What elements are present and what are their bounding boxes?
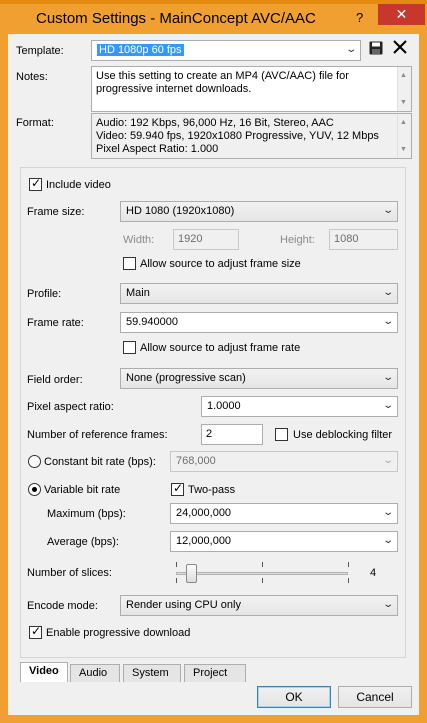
width-input[interactable]: 1920 xyxy=(173,229,239,250)
field-order-label: Field order: xyxy=(27,374,83,386)
deblocking-checkbox[interactable] xyxy=(275,428,288,441)
profile-label: Profile: xyxy=(27,288,62,300)
format-line-3: Pixel Aspect Ratio: 1.000 xyxy=(96,143,219,155)
cbr-radio[interactable] xyxy=(28,455,41,468)
two-pass-label: Two-pass xyxy=(188,484,236,496)
notes-textarea[interactable]: Use this setting to create an MP4 (AVC/A… xyxy=(91,66,412,112)
notes-line-2: progressive internet downloads. xyxy=(96,83,252,95)
profile-value: Main xyxy=(126,287,150,299)
field-order-select[interactable]: None (progressive scan) ⌄ xyxy=(120,368,398,389)
allow-frame-rate-label: Allow source to adjust frame rate xyxy=(140,342,301,354)
chevron-down-icon: ⌄ xyxy=(381,400,394,411)
average-label: Average (bps): xyxy=(47,536,119,548)
height-label: Height: xyxy=(280,234,315,246)
slider-tick xyxy=(262,578,263,583)
slider-tick xyxy=(176,562,177,567)
slider-tick xyxy=(262,562,263,567)
vbr-label: Variable bit rate xyxy=(44,484,121,496)
tab-audio[interactable]: Audio xyxy=(70,664,120,682)
slices-slider-thumb[interactable] xyxy=(186,564,197,583)
frame-size-value: HD 1080 (1920x1080) xyxy=(126,205,235,217)
encode-mode-value: Render using CPU only xyxy=(126,599,241,611)
delete-icon[interactable] xyxy=(393,40,407,58)
tab-system[interactable]: System xyxy=(123,664,181,682)
include-video-checkbox[interactable] xyxy=(29,176,42,191)
progressive-download-checkbox[interactable] xyxy=(29,624,42,639)
format-textarea: Audio: 192 Kbps, 96,000 Hz, 16 Bit, Ster… xyxy=(91,113,412,159)
chevron-down-icon: ⌄ xyxy=(381,372,394,383)
encode-mode-label: Encode mode: xyxy=(27,600,98,612)
template-value: HD 1080p 60 fps xyxy=(97,44,184,56)
vbr-radio[interactable] xyxy=(28,483,41,496)
chevron-down-icon: ⌄ xyxy=(381,455,394,466)
scroll-up-icon[interactable]: ▲ xyxy=(400,69,407,82)
format-label: Format: xyxy=(16,117,54,129)
include-video-label: Include video xyxy=(46,179,111,191)
width-label: Width: xyxy=(123,234,155,246)
pixel-aspect-value: 1.0000 xyxy=(207,400,241,412)
frame-rate-combo[interactable]: 59.940000 ⌄ xyxy=(120,312,398,333)
slider-tick xyxy=(176,578,177,583)
frame-rate-value: 59.940000 xyxy=(126,316,178,328)
help-button[interactable]: ? xyxy=(356,10,363,25)
allow-frame-size-checkbox[interactable] xyxy=(123,257,136,270)
progressive-download-label: Enable progressive download xyxy=(46,627,191,639)
two-pass-checkbox[interactable] xyxy=(171,481,184,496)
template-label: Template: xyxy=(16,45,64,57)
chevron-down-icon: ⌄ xyxy=(381,507,394,518)
chevron-down-icon: ⌄ xyxy=(381,535,394,546)
format-line-1: Audio: 192 Kbps, 96,000 Hz, 16 Bit, Ster… xyxy=(96,117,334,129)
template-select[interactable]: HD 1080p 60 fps ⌄ xyxy=(91,40,361,61)
pixel-aspect-combo[interactable]: 1.0000 ⌄ xyxy=(201,396,398,417)
ref-frames-input[interactable]: 2 xyxy=(201,424,263,445)
cancel-button[interactable]: Cancel xyxy=(338,686,412,708)
deblocking-label: Use deblocking filter xyxy=(293,429,393,441)
tab-video[interactable]: Video xyxy=(20,662,68,682)
scroll-down-icon[interactable]: ▼ xyxy=(400,96,407,109)
format-line-2: Video: 59.940 fps, 1920x1080 Progressive… xyxy=(96,130,379,142)
height-input[interactable]: 1080 xyxy=(329,229,398,250)
window-title: Custom Settings - MainConcept AVC/AAC xyxy=(36,10,316,27)
frame-size-label: Frame size: xyxy=(27,206,85,218)
cbr-label: Constant bit rate (bps): xyxy=(44,456,156,468)
frame-rate-label: Frame rate: xyxy=(27,317,84,329)
slices-value: 4 xyxy=(370,567,377,579)
average-combo[interactable]: 12,000,000 ⌄ xyxy=(170,531,398,552)
scroll-up-icon[interactable]: ▲ xyxy=(400,116,407,129)
chevron-down-icon: ⌄ xyxy=(381,287,394,298)
field-order-value: None (progressive scan) xyxy=(126,372,246,384)
pixel-aspect-label: Pixel aspect ratio: xyxy=(27,401,114,413)
format-scrollbar[interactable]: ▲ ▼ xyxy=(397,114,411,158)
slices-label: Number of slices: xyxy=(27,567,112,579)
title-bar[interactable]: Custom Settings - MainConcept AVC/AAC ? … xyxy=(0,4,427,34)
chevron-down-icon: ⌄ xyxy=(381,205,394,216)
notes-line-1: Use this setting to create an MP4 (AVC/A… xyxy=(96,70,349,82)
tab-project[interactable]: Project xyxy=(184,664,246,682)
save-icon[interactable] xyxy=(369,41,383,59)
cbr-value: 768,000 xyxy=(176,455,216,467)
allow-frame-size-label: Allow source to adjust frame size xyxy=(140,258,301,270)
close-button[interactable]: ✕ xyxy=(378,4,425,25)
chevron-down-icon: ⌄ xyxy=(344,44,357,55)
maximum-combo[interactable]: 24,000,000 ⌄ xyxy=(170,503,398,524)
slider-tick xyxy=(348,578,349,583)
profile-select[interactable]: Main ⌄ xyxy=(120,283,398,304)
cbr-combo[interactable]: 768,000 ⌄ xyxy=(170,451,398,472)
scroll-down-icon[interactable]: ▼ xyxy=(400,143,407,156)
allow-frame-rate-checkbox[interactable] xyxy=(123,341,136,354)
encode-mode-select[interactable]: Render using CPU only ⌄ xyxy=(120,595,398,616)
chevron-down-icon: ⌄ xyxy=(381,599,394,610)
ref-frames-label: Number of reference frames: xyxy=(27,429,168,441)
maximum-label: Maximum (bps): xyxy=(47,508,126,520)
maximum-value: 24,000,000 xyxy=(176,507,232,519)
slider-tick xyxy=(348,562,349,567)
dialog-client: Template: HD 1080p 60 fps ⌄ Notes: Use t… xyxy=(8,34,419,715)
notes-label: Notes: xyxy=(16,71,48,83)
average-value: 12,000,000 xyxy=(176,535,232,547)
notes-scrollbar[interactable]: ▲ ▼ xyxy=(397,67,411,111)
chevron-down-icon: ⌄ xyxy=(381,316,394,327)
slices-slider-track[interactable] xyxy=(176,572,348,575)
ok-button[interactable]: OK xyxy=(257,686,331,708)
frame-size-select[interactable]: HD 1080 (1920x1080) ⌄ xyxy=(120,201,398,222)
